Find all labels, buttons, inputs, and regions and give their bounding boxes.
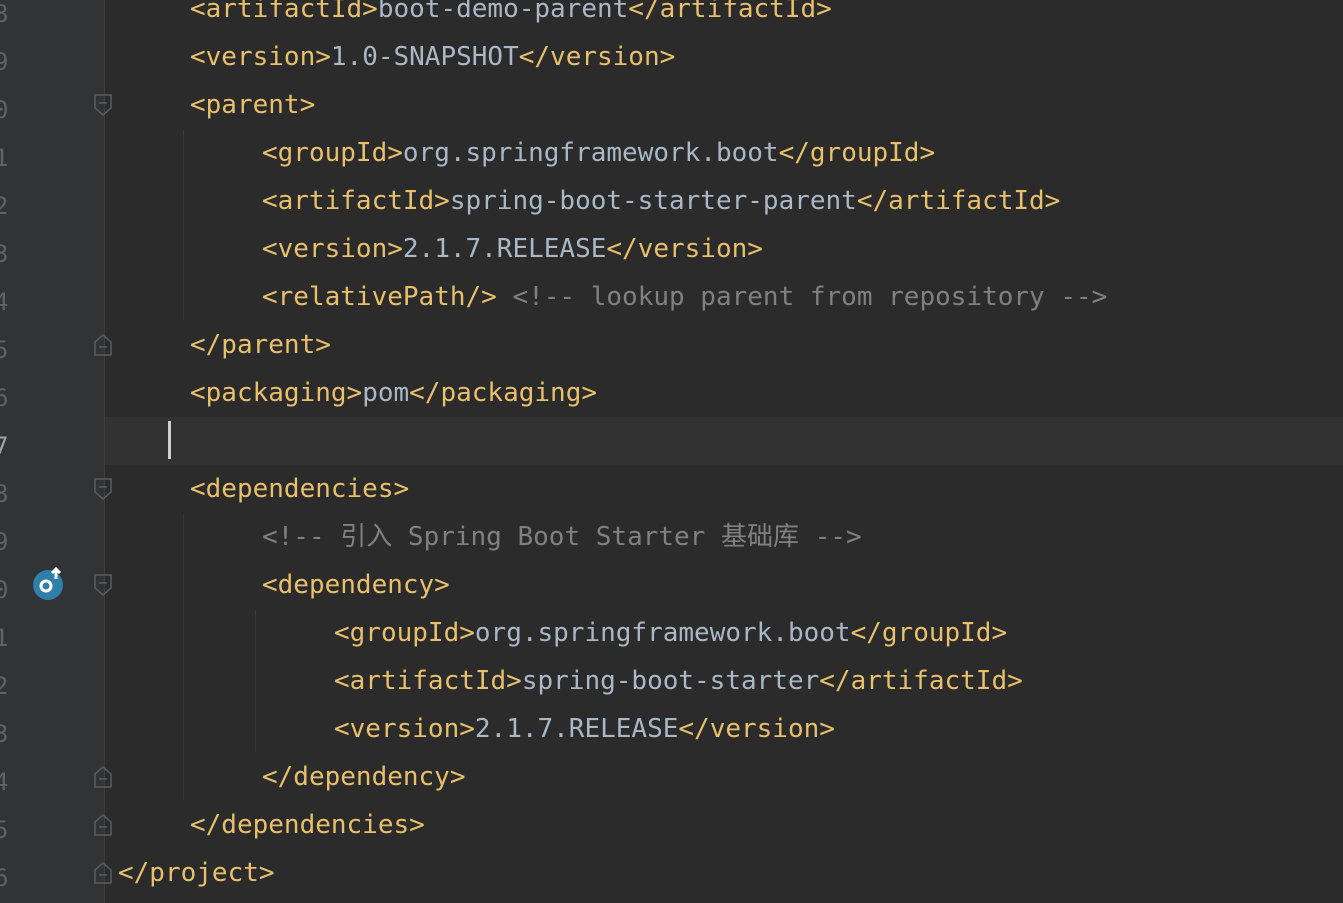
code-line[interactable]: <groupId>org.springframework.boot</group…	[334, 617, 1007, 649]
line-number: 2	[0, 672, 9, 700]
xml-tag-open: <relativePath/>	[262, 282, 497, 312]
xml-tag-close: </artifactId>	[856, 186, 1061, 216]
line-number: 6	[0, 864, 9, 892]
line-number: 6	[0, 384, 9, 412]
code-line[interactable]: <version>2.1.7.RELEASE</version>	[262, 233, 763, 265]
code-line[interactable]: <artifactId>spring-boot-starter</artifac…	[334, 665, 1023, 697]
xml-tag-open: </dependency>	[262, 762, 466, 792]
xml-tag-close: </version>	[606, 234, 763, 264]
indent-guide	[183, 515, 184, 800]
xml-text: 2.1.7.RELEASE	[474, 714, 679, 744]
line-number: 0	[0, 96, 9, 124]
code-line[interactable]: </parent>	[190, 329, 331, 361]
xml-tag-open: </parent>	[190, 330, 331, 360]
text-caret	[168, 421, 171, 459]
fold-close-icon[interactable]	[94, 766, 112, 788]
line-number: 8	[0, 0, 9, 28]
xml-tag-open: <artifactId>	[190, 0, 378, 24]
xml-tag-open: </project>	[118, 858, 275, 888]
editor-gutter	[0, 0, 105, 903]
code-line[interactable]: </dependencies>	[190, 809, 425, 841]
fold-close-icon[interactable]	[94, 862, 112, 884]
line-number: 4	[0, 288, 9, 316]
line-number: 0	[0, 576, 9, 604]
xml-text: org.springframework.boot	[474, 618, 851, 648]
xml-text: 2.1.7.RELEASE	[402, 234, 607, 264]
fold-open-icon[interactable]	[94, 478, 112, 500]
xml-tag-close: </version>	[678, 714, 835, 744]
line-number: 2	[0, 192, 9, 220]
xml-tag-close: </groupId>	[850, 618, 1008, 648]
code-line[interactable]: <dependencies>	[190, 473, 409, 505]
xml-text: org.springframework.boot	[402, 138, 779, 168]
line-number: 9	[0, 528, 9, 556]
xml-comment: <!-- 引入 Spring Boot Starter 基础库 -->	[262, 522, 862, 552]
xml-tag-close: </packaging>	[409, 378, 597, 408]
xml-tag-open: <parent>	[190, 90, 316, 120]
line-number: 5	[0, 336, 9, 364]
xml-tag-open: </dependencies>	[190, 810, 425, 840]
code-line[interactable]: </dependency>	[262, 761, 466, 793]
current-line-highlight	[105, 417, 1343, 465]
line-number: 5	[0, 816, 9, 844]
xml-text: spring-boot-starter	[521, 666, 820, 696]
xml-tag-open: <groupId>	[334, 618, 475, 648]
code-line[interactable]: <relativePath/> <!-- lookup parent from …	[262, 281, 1107, 313]
indent-guide	[183, 130, 184, 320]
xml-tag-open: <dependencies>	[190, 474, 410, 504]
xml-tag-close: </artifactId>	[819, 666, 1023, 696]
code-line[interactable]: <dependency>	[262, 569, 450, 601]
indent-guide	[255, 610, 256, 752]
xml-text: spring-boot-starter-parent	[449, 186, 857, 216]
xml-tag-close: </version>	[518, 42, 676, 72]
xml-tag-open: <version>	[262, 234, 403, 264]
line-number: 3	[0, 720, 9, 748]
code-line[interactable]: <artifactId>spring-boot-starter-parent</…	[262, 185, 1060, 217]
xml-tag-close: </groupId>	[778, 138, 936, 168]
line-number: 1	[0, 144, 9, 172]
line-number: 7	[0, 432, 9, 460]
xml-text: boot-demo-parent	[377, 0, 629, 24]
code-line[interactable]: <version>2.1.7.RELEASE</version>	[334, 713, 835, 745]
code-line[interactable]: <!-- 引入 Spring Boot Starter 基础库 -->	[262, 521, 862, 553]
line-number: 1	[0, 624, 9, 652]
xml-tag-open: <artifactId>	[334, 666, 522, 696]
xml-tag-open: <version>	[190, 42, 331, 72]
code-line[interactable]: <parent>	[190, 89, 315, 121]
xml-tag-close: </artifactId>	[628, 0, 832, 24]
line-number: 3	[0, 240, 9, 268]
code-editor[interactable]: 8 <artifactId>boot-demo-parent</artifactI…	[0, 0, 1343, 903]
code-line[interactable]: <artifactId>boot-demo-parent</artifactId…	[190, 0, 832, 25]
xml-tag-open: <artifactId>	[262, 186, 450, 216]
code-line[interactable]: <packaging>pom</packaging>	[190, 377, 597, 409]
code-line[interactable]: <version>1.0-SNAPSHOT</version>	[190, 41, 675, 73]
fold-close-icon[interactable]	[94, 334, 112, 356]
fold-open-icon[interactable]	[94, 94, 112, 116]
xml-text: 1.0-SNAPSHOT	[330, 42, 519, 72]
fold-open-icon[interactable]	[94, 574, 112, 596]
xml-tag-open: <version>	[334, 714, 475, 744]
line-number: 8	[0, 480, 9, 508]
xml-comment: <!-- lookup parent from repository -->	[496, 282, 1108, 312]
xml-tag-open: <groupId>	[262, 138, 403, 168]
code-line[interactable]: </project>	[118, 857, 275, 889]
xml-text: pom	[362, 378, 410, 408]
maven-dependency-icon[interactable]	[30, 565, 66, 601]
line-number: 9	[0, 48, 9, 76]
xml-tag-open: <packaging>	[190, 378, 363, 408]
line-number: 4	[0, 768, 9, 796]
xml-tag-open: <dependency>	[262, 570, 450, 600]
fold-close-icon[interactable]	[94, 814, 112, 836]
code-line[interactable]: <groupId>org.springframework.boot</group…	[262, 137, 935, 169]
